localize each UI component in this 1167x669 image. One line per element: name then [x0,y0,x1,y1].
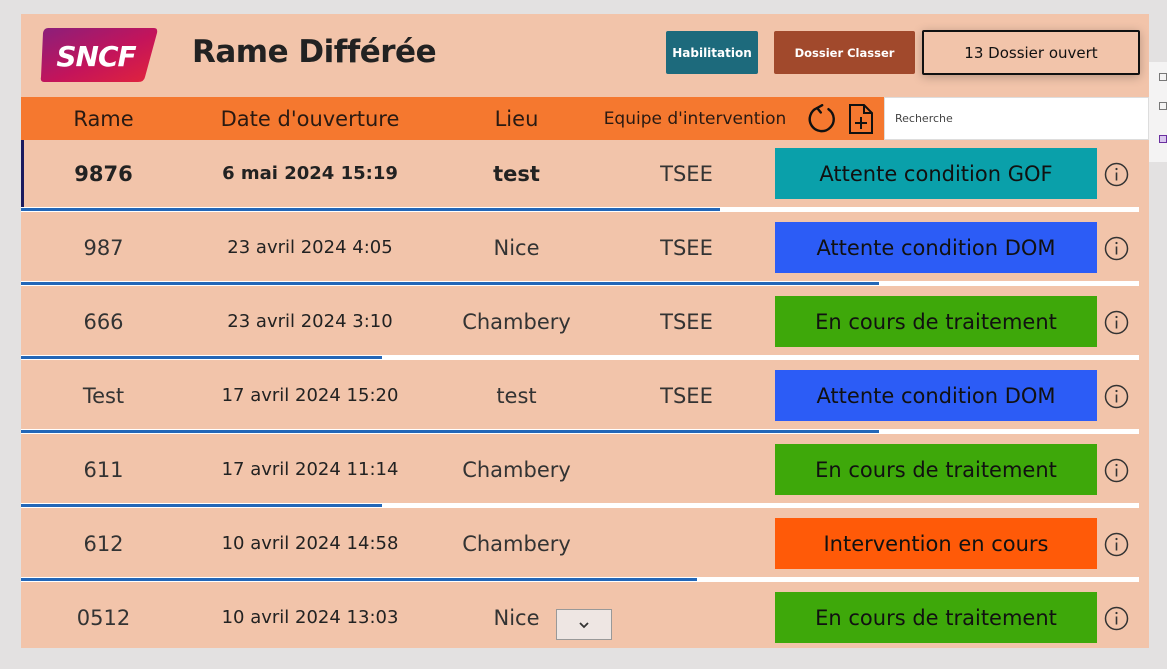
progress-bar [21,282,879,285]
app-screen: SNCF Rame Différée Habilitation Dossier … [21,14,1149,648]
edge-tool-icon[interactable] [1159,135,1167,143]
progress-bar [21,504,383,507]
list-item[interactable]: 666 23 avril 2024 3:10 Chambery TSEE En cour… [21,288,1149,362]
date-cell: 17 avril 2024 11:14 [221,459,399,480]
progress-bar [21,430,879,433]
dossier-classer-button[interactable]: Dossier Classer [774,31,915,74]
info-icon[interactable] [1104,384,1129,409]
dossier-ouvert-button[interactable]: 13 Dossier ouvert [922,30,1140,75]
lieu-cell: Nice [493,235,540,260]
equipe-cell: TSEE [660,309,713,334]
progress-bar [21,578,698,581]
rame-cell: 9876 [74,161,133,186]
info-icon[interactable] [1104,236,1129,261]
equipe-cell: TSEE [660,235,713,260]
column-header-bar: Rame Date d'ouverture Lieu Equipe d'inte… [21,97,1149,140]
list-item[interactable]: 611 17 avril 2024 11:14 Chambery En cours d… [21,436,1149,510]
equipe-cell [599,436,774,503]
equipe-dropdown[interactable] [556,609,612,640]
info-icon[interactable] [1104,310,1129,335]
date-cell: 17 avril 2024 15:20 [221,385,399,406]
progress-bar [21,208,720,211]
column-header-rame: Rame [73,106,134,131]
sncf-logo: SNCF [40,28,158,82]
date-cell: 6 mai 2024 15:19 [222,163,398,184]
info-icon[interactable] [1104,532,1129,557]
info-icon[interactable] [1104,458,1129,483]
list-item[interactable]: Test 17 avril 2024 15:20 test TSEE Attente c… [21,362,1149,436]
lieu-cell: test [493,161,540,186]
chevron-down-icon [579,621,589,628]
rame-cell: 612 [83,531,124,556]
status-badge[interactable]: Attente condition GOF [775,148,1097,199]
equipe-cell [599,584,774,648]
equipe-cell [599,510,774,577]
status-badge[interactable]: Attente condition DOM [775,222,1097,273]
refresh-icon[interactable] [807,104,837,134]
equipe-cell: TSEE [660,161,713,186]
lieu-cell: Chambery [462,457,571,482]
status-badge[interactable]: En cours de traitement [775,444,1097,495]
add-file-icon[interactable] [847,103,875,135]
column-header-equipe: Equipe d'intervention [603,108,787,129]
rame-cell: 987 [83,235,124,260]
info-icon[interactable] [1104,162,1129,187]
lieu-cell: test [496,383,537,408]
column-header-lieu: Lieu [494,106,539,131]
status-badge[interactable]: Intervention en cours [775,518,1097,569]
date-cell: 23 avril 2024 4:05 [227,237,393,258]
edge-tool-icon[interactable] [1159,102,1167,110]
status-badge[interactable]: En cours de traitement [775,592,1097,643]
rame-cell: Test [82,383,125,408]
date-cell: 23 avril 2024 3:10 [227,311,393,332]
status-badge[interactable]: En cours de traitement [775,296,1097,347]
page-title: Rame Différée [192,34,437,70]
progress-bar [21,356,383,359]
lieu-cell: Chambery [462,531,571,556]
dossier-list: 9876 6 mai 2024 15:19 test TSEE Attente cond… [21,140,1149,648]
list-item[interactable]: 0512 10 avril 2024 13:03 Nice En cours de t… [21,584,1149,648]
equipe-cell: TSEE [660,383,713,408]
sncf-logo-text: SNCF [56,40,136,73]
status-badge[interactable]: Attente condition DOM [775,370,1097,421]
rame-cell: 611 [83,457,124,482]
habilitation-button[interactable]: Habilitation [666,31,758,74]
info-icon[interactable] [1104,606,1129,631]
list-item[interactable]: 612 10 avril 2024 14:58 Chambery Interventi… [21,510,1149,584]
list-item[interactable]: 987 23 avril 2024 4:05 Nice TSEE Attente con… [21,214,1149,288]
lieu-cell: Chambery [462,309,571,334]
rame-cell: 0512 [76,605,131,630]
date-cell: 10 avril 2024 13:03 [221,607,399,628]
date-cell: 10 avril 2024 14:58 [221,533,399,554]
column-header-date: Date d'ouverture [220,106,400,131]
list-item[interactable]: 9876 6 mai 2024 15:19 test TSEE Attente cond… [21,140,1149,214]
search-input[interactable] [884,97,1149,140]
rame-cell: 666 [83,309,124,334]
edge-tool-icon[interactable] [1159,73,1167,81]
